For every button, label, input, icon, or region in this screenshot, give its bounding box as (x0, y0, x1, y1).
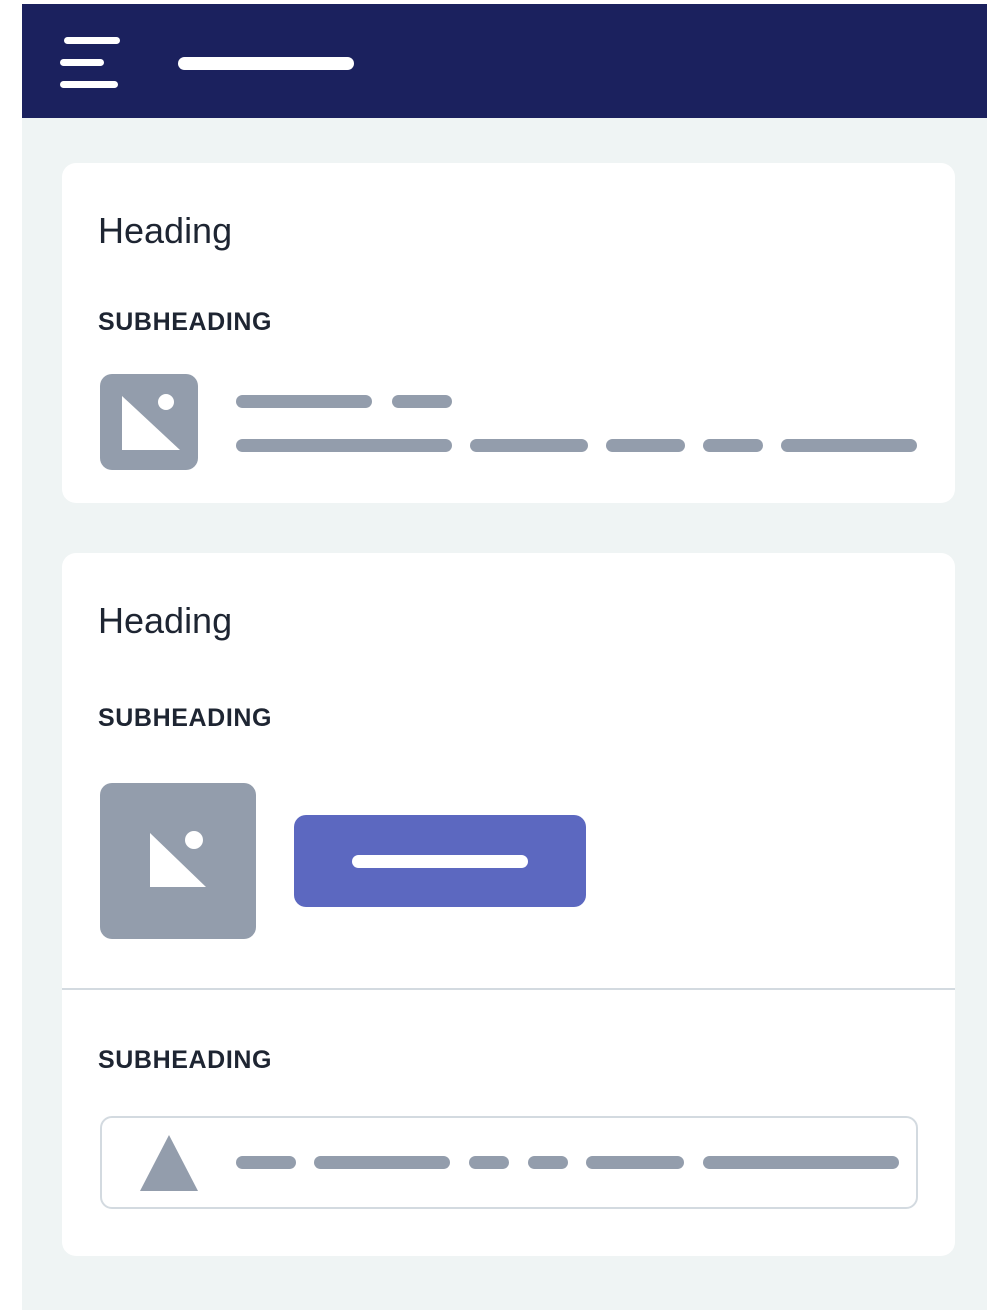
card: Heading SUBHEADING (62, 163, 955, 503)
card-subheading: SUBHEADING (98, 704, 273, 732)
card-heading: Heading (98, 210, 233, 251)
card-heading: Heading (98, 600, 233, 641)
text-line-placeholder (528, 1156, 568, 1169)
primary-action-button[interactable] (294, 815, 586, 907)
hamburger-menu-icon[interactable] (60, 37, 122, 89)
image-placeholder-icon (100, 783, 256, 939)
text-line-placeholder (470, 439, 588, 452)
text-line-placeholder (703, 439, 763, 452)
text-line-placeholder (392, 395, 452, 408)
app-frame: Heading SUBHEADING Heading SUBHEADING SU… (22, 4, 987, 1310)
text-line-placeholder (781, 439, 917, 452)
text-line-placeholder (586, 1156, 684, 1169)
text-line-placeholder (703, 1156, 899, 1169)
app-title-placeholder (178, 57, 354, 70)
card-subheading: SUBHEADING (98, 308, 273, 336)
text-line-placeholder (236, 395, 372, 408)
image-placeholder-icon (100, 374, 198, 470)
top-app-bar (22, 4, 987, 118)
card: Heading SUBHEADING SUBHEADING (62, 553, 955, 1256)
text-line-placeholder (469, 1156, 509, 1169)
text-line-placeholder (236, 439, 452, 452)
text-line-placeholder (236, 1156, 296, 1169)
text-line-placeholder (606, 439, 685, 452)
input-field-row[interactable] (100, 1116, 918, 1209)
button-label-placeholder (352, 855, 528, 868)
section-divider (62, 988, 955, 990)
text-line-placeholder (314, 1156, 450, 1169)
section-subheading: SUBHEADING (98, 1046, 273, 1074)
triangle-icon (140, 1135, 198, 1191)
